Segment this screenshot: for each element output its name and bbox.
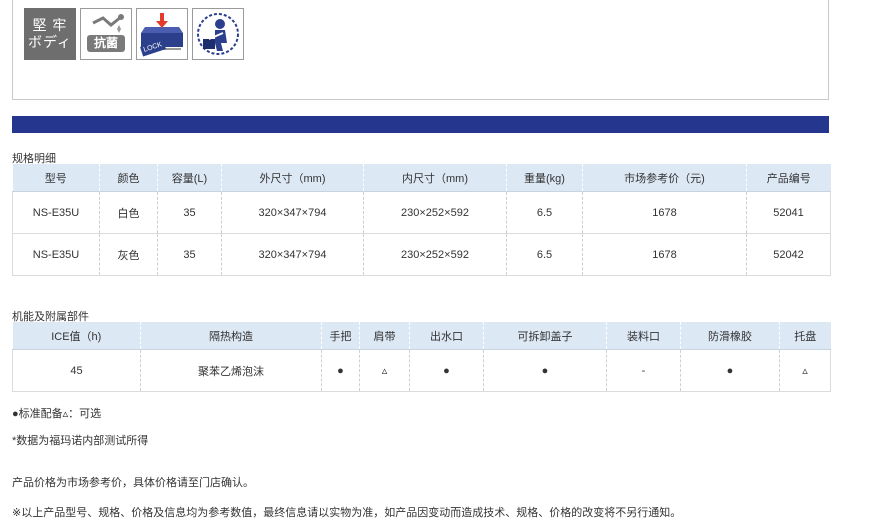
feature-icons: 堅 牢 ボディ 抗菌 LOCK — [24, 8, 244, 60]
sturdy-body-icon: 堅 牢 ボディ — [24, 8, 76, 60]
column-header: 肩带 — [359, 322, 410, 350]
person-lever-icon — [197, 13, 239, 55]
table-cell: NS-E35U — [12, 191, 100, 234]
table-cell: 1678 — [582, 191, 747, 234]
table-cell: NS-E35U — [12, 233, 100, 276]
table-row: NS-E35U 灰色 35 320×347×794 230×252×592 6.5 1678… — [12, 233, 831, 276]
section-divider-bar — [12, 116, 829, 133]
disclaimer-note: ※以上产品型号、规格、价格及信息均为参考数值，最终信息请以实物为准，如产品因变动… — [12, 507, 682, 519]
column-header: 装料口 — [606, 322, 681, 350]
column-header: 市场参考价（元) — [582, 164, 747, 192]
table-cell: ● — [483, 349, 607, 392]
column-header: 内尺寸（mm) — [363, 164, 507, 192]
table-cell: 6.5 — [506, 191, 583, 234]
column-header: 托盘 — [779, 322, 831, 350]
spec-body: NS-E35U 白色 35 320×347×794 230×252×592 6.5 1678… — [12, 191, 831, 276]
table-cell: 白色 — [99, 191, 158, 234]
column-header: 外尺寸（mm) — [221, 164, 364, 192]
table-cell: 1678 — [582, 233, 747, 276]
table-cell: 灰色 — [99, 233, 158, 276]
column-header: 可拆卸盖子 — [483, 322, 607, 350]
column-header: 容量(L) — [157, 164, 222, 192]
spec-table: 型号 颜色 容量(L) 外尺寸（mm) 内尺寸（mm) 重量(kg) 市场参考价（元) 产品编… — [12, 164, 831, 276]
table-cell: ● — [409, 349, 484, 392]
column-header: 出水口 — [409, 322, 484, 350]
table-cell: ● — [321, 349, 360, 392]
fishing-lever-icon — [192, 8, 244, 60]
table-cell: ▵ — [359, 349, 410, 392]
table-cell: 45 — [12, 349, 141, 392]
table-cell: 320×347×794 — [221, 233, 364, 276]
table-cell: 52041 — [746, 191, 831, 234]
table-cell: 52042 — [746, 233, 831, 276]
table-cell: 聚苯乙烯泡沫 — [140, 349, 322, 392]
column-header: 防滑橡胶 — [680, 322, 780, 350]
column-header: 重量(kg) — [506, 164, 583, 192]
table-cell: ▵ — [779, 349, 831, 392]
price-note: 产品价格为市场参考价，具体价格请至门店确认。 — [12, 477, 254, 489]
column-header: 型号 — [12, 164, 100, 192]
legend-note: ●标准配备▵：可选 — [12, 408, 102, 420]
lock-lid-icon: LOCK — [136, 8, 188, 60]
column-header: ICE值（h) — [12, 322, 141, 350]
sturdy-label-line1: 堅 牢 — [32, 17, 68, 33]
table-cell: 320×347×794 — [221, 191, 364, 234]
antibacterial-icon: 抗菌 — [80, 8, 132, 60]
column-header: 颜色 — [99, 164, 158, 192]
table-cell: 230×252×592 — [363, 233, 507, 276]
functions-body: 45 聚苯乙烯泡沫 ● ▵ ● ● - ● ▵ — [12, 349, 831, 392]
table-row: 45 聚苯乙烯泡沫 ● ▵ ● ● - ● ▵ — [12, 349, 831, 392]
table-cell: 35 — [157, 191, 222, 234]
spec-header-row: 型号 颜色 容量(L) 外尺寸（mm) 内尺寸（mm) 重量(kg) 市场参考价（元) 产品编… — [12, 164, 831, 192]
column-header: 手把 — [321, 322, 360, 350]
antibac-label: 抗菌 — [87, 35, 125, 52]
table-cell: 230×252×592 — [363, 191, 507, 234]
column-header: 产品编号 — [746, 164, 831, 192]
column-header: 隔热构造 — [140, 322, 322, 350]
table-cell: ● — [680, 349, 780, 392]
table-cell: 35 — [157, 233, 222, 276]
table-row: NS-E35U 白色 35 320×347×794 230×252×592 6.5 1678… — [12, 191, 831, 234]
table-cell: - — [606, 349, 681, 392]
sturdy-label-line2: ボディ — [27, 34, 73, 50]
table-cell: 6.5 — [506, 233, 583, 276]
data-source-note: *数据为福玛诺内部测试所得 — [12, 435, 149, 447]
functions-header-row: ICE值（h) 隔热构造 手把 肩带 出水口 可拆卸盖子 装料口 防滑橡胶 托盘 — [12, 322, 831, 350]
functions-table: ICE值（h) 隔热构造 手把 肩带 出水口 可拆卸盖子 装料口 防滑橡胶 托盘 45 聚苯乙烯泡… — [12, 322, 831, 392]
